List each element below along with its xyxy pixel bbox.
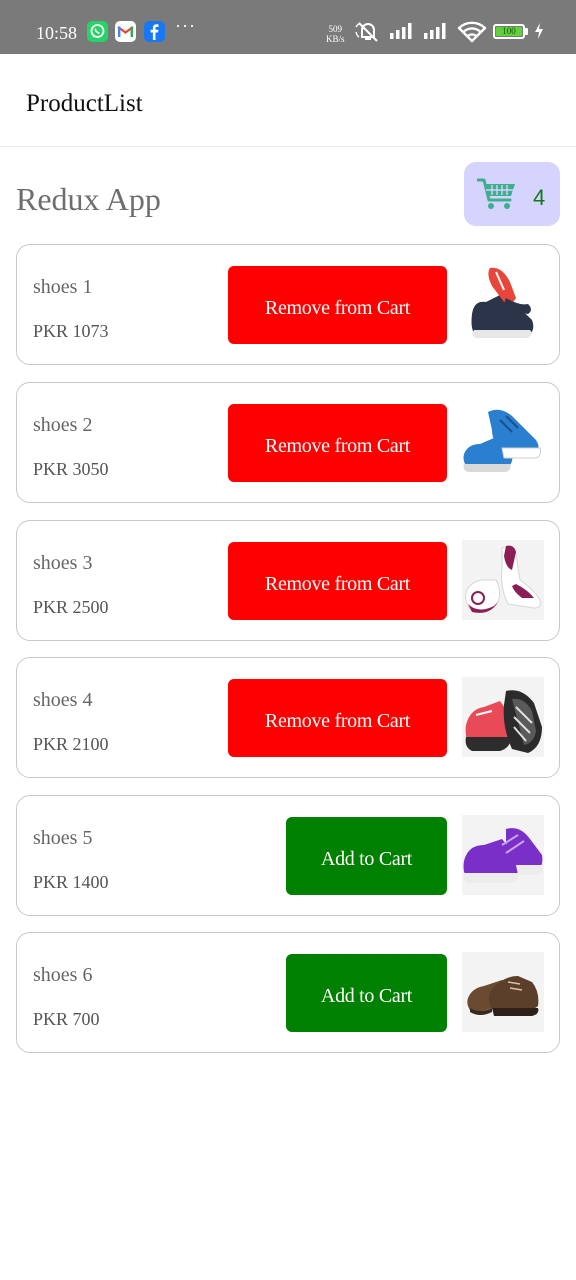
product-name: shoes 2 <box>33 414 93 436</box>
remove-from-cart-button[interactable]: Remove from Cart <box>228 266 447 344</box>
shopping-cart-icon <box>477 178 515 209</box>
product-price: PKR 2500 <box>33 597 109 617</box>
product-card: shoes 4 PKR 2100 Remove from Cart <box>16 657 560 778</box>
add-to-cart-button[interactable]: Add to Cart <box>286 954 447 1032</box>
wifi-icon <box>457 20 487 49</box>
battery-icon: 100 <box>493 24 525 39</box>
shoe-image-2 <box>462 402 544 482</box>
signal-icon-1 <box>389 20 417 47</box>
cart-count: 4 <box>533 185 546 210</box>
product-price: PKR 3050 <box>33 459 109 479</box>
product-price: PKR 1400 <box>33 872 109 892</box>
more-notifications-icon: ··· <box>175 16 196 36</box>
network-speed: 509 KB/s <box>326 24 345 44</box>
shoe-image-1 <box>462 264 544 344</box>
product-name: shoes 3 <box>33 552 93 574</box>
product-price: PKR 700 <box>33 1009 100 1029</box>
product-card: shoes 6 PKR 700 Add to Cart <box>16 932 560 1053</box>
whatsapp-icon <box>87 21 108 42</box>
product-card: shoes 2 PKR 3050 Remove from Cart <box>16 382 560 503</box>
product-name: shoes 5 <box>33 827 93 849</box>
shoe-image-6 <box>462 952 544 1032</box>
product-name: shoes 1 <box>33 276 93 298</box>
battery-tip <box>525 28 528 35</box>
product-name: shoes 6 <box>33 964 93 986</box>
add-to-cart-button[interactable]: Add to Cart <box>286 817 447 895</box>
mute-icon <box>355 20 381 49</box>
product-card: shoes 1 PKR 1073 Remove from Cart <box>16 244 560 365</box>
network-speed-unit: KB/s <box>326 34 345 44</box>
battery-level: 100 <box>496 27 522 36</box>
product-card: shoes 3 PKR 2500 Remove from Cart <box>16 520 560 641</box>
header-title: ProductList <box>26 90 143 117</box>
shoe-image-3 <box>462 540 544 620</box>
cart-button[interactable]: 4 <box>464 162 560 226</box>
remove-from-cart-button[interactable]: Remove from Cart <box>228 679 447 757</box>
network-speed-value: 509 <box>328 24 343 34</box>
remove-from-cart-button[interactable]: Remove from Cart <box>228 542 447 620</box>
gmail-icon <box>115 21 136 42</box>
page-title: Redux App <box>16 181 161 217</box>
status-bar: 10:58 ··· 509 KB/s 100 <box>0 0 576 54</box>
product-price: PKR 2100 <box>33 734 109 754</box>
product-name: shoes 4 <box>33 689 93 711</box>
remove-from-cart-button[interactable]: Remove from Cart <box>228 404 447 482</box>
signal-icon-2 <box>423 20 451 47</box>
app-header: ProductList <box>0 54 576 147</box>
facebook-icon <box>144 21 165 42</box>
charging-icon <box>533 22 545 45</box>
shoe-image-5 <box>462 815 544 895</box>
product-price: PKR 1073 <box>33 321 109 341</box>
shoe-image-4 <box>462 677 544 757</box>
status-time: 10:58 <box>36 23 78 43</box>
product-card: shoes 5 PKR 1400 Add to Cart <box>16 795 560 916</box>
